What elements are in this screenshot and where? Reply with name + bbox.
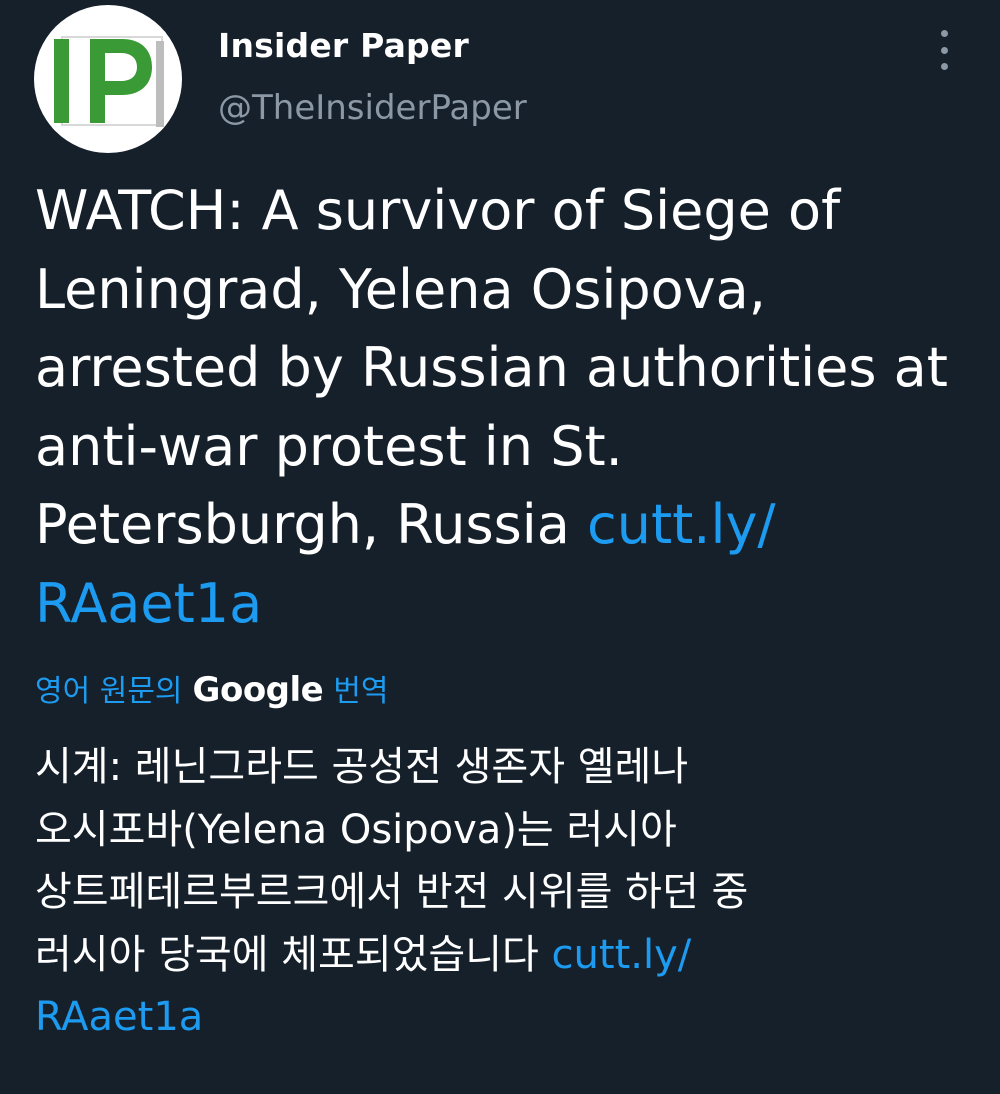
translated-text-line: 상트페테르부르크에서 반전 시위를 하던 중 bbox=[35, 869, 749, 915]
insider-paper-logo bbox=[52, 31, 166, 131]
translated-text-line: 시계: 레닌그라드 공성전 생존자 옐레나 bbox=[35, 744, 689, 790]
tweet-text-line: anti-war protest in St. bbox=[35, 414, 623, 478]
account-handle[interactable]: @TheInsiderPaper bbox=[218, 88, 527, 128]
avatar[interactable] bbox=[34, 5, 182, 153]
tweet-link-part: cutt.ly/ bbox=[587, 493, 776, 556]
more-dot bbox=[940, 46, 948, 54]
tweet-link-part: RAaet1a bbox=[35, 571, 263, 635]
translated-link-part: RAaet1a bbox=[35, 994, 204, 1040]
translated-text-line: 러시아 당국에 체포되었습니다 bbox=[35, 931, 552, 978]
translated-link-part: cutt.ly/ bbox=[551, 931, 692, 978]
tweet-text-line: Petersburgh, Russia bbox=[35, 493, 588, 556]
tweet-text: WATCH: A survivor of Siege of Leningrad, … bbox=[35, 172, 975, 643]
translated-text-line: 오시포바(Yelena Osipova)는 러시아 bbox=[35, 806, 677, 853]
tweet-text-line: Leningrad, Yelena Osipova, bbox=[35, 257, 766, 321]
translated-text: 시계: 레닌그라드 공성전 생존자 옐레나오시포바(Yelena Osipova… bbox=[35, 736, 975, 1049]
translate-attribution[interactable]: 영어 원문의 Google 번역 bbox=[35, 666, 388, 710]
tweet-text-line: arrested by Russian authorities at bbox=[35, 336, 948, 399]
more-options-icon[interactable] bbox=[930, 30, 958, 70]
more-dot bbox=[940, 63, 948, 70]
translate-prefix: 영어 원문의 bbox=[35, 674, 183, 709]
tweet-text-line: WATCH: A survivor of Siege of bbox=[35, 179, 841, 242]
translate-suffix: 번역 bbox=[333, 674, 389, 709]
account-name[interactable]: Insider Paper bbox=[218, 26, 469, 65]
more-dot bbox=[940, 30, 948, 37]
google-logo: Google bbox=[192, 670, 324, 710]
